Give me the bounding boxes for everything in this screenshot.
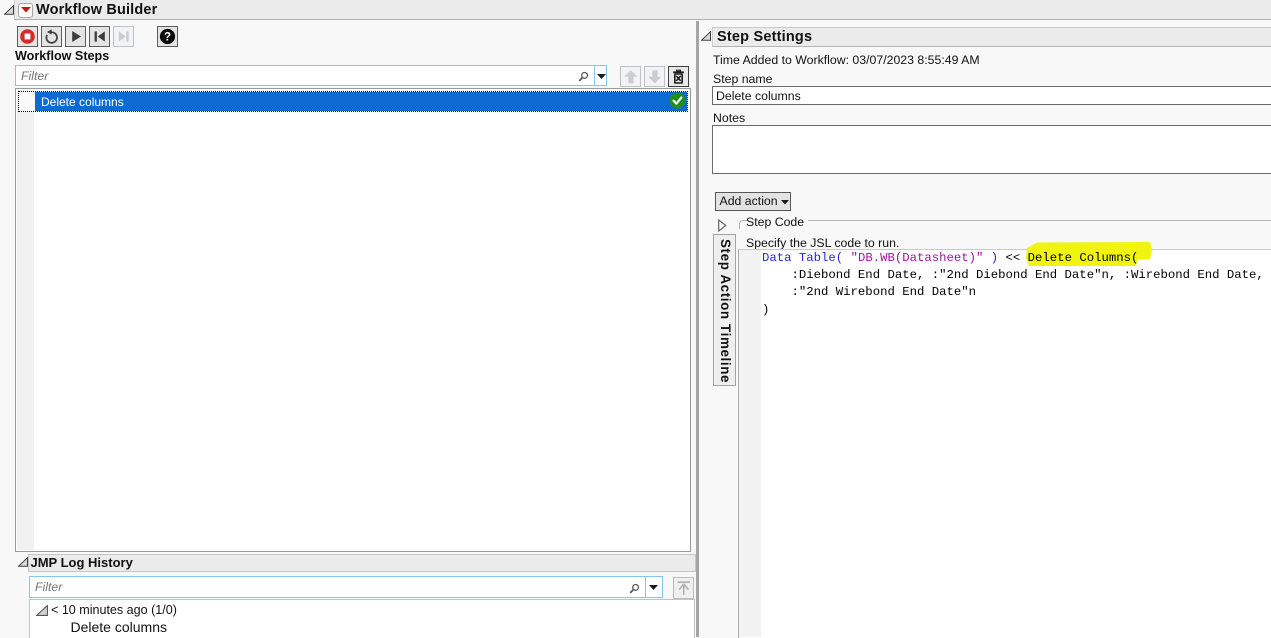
svg-text:?: ? <box>164 32 171 44</box>
